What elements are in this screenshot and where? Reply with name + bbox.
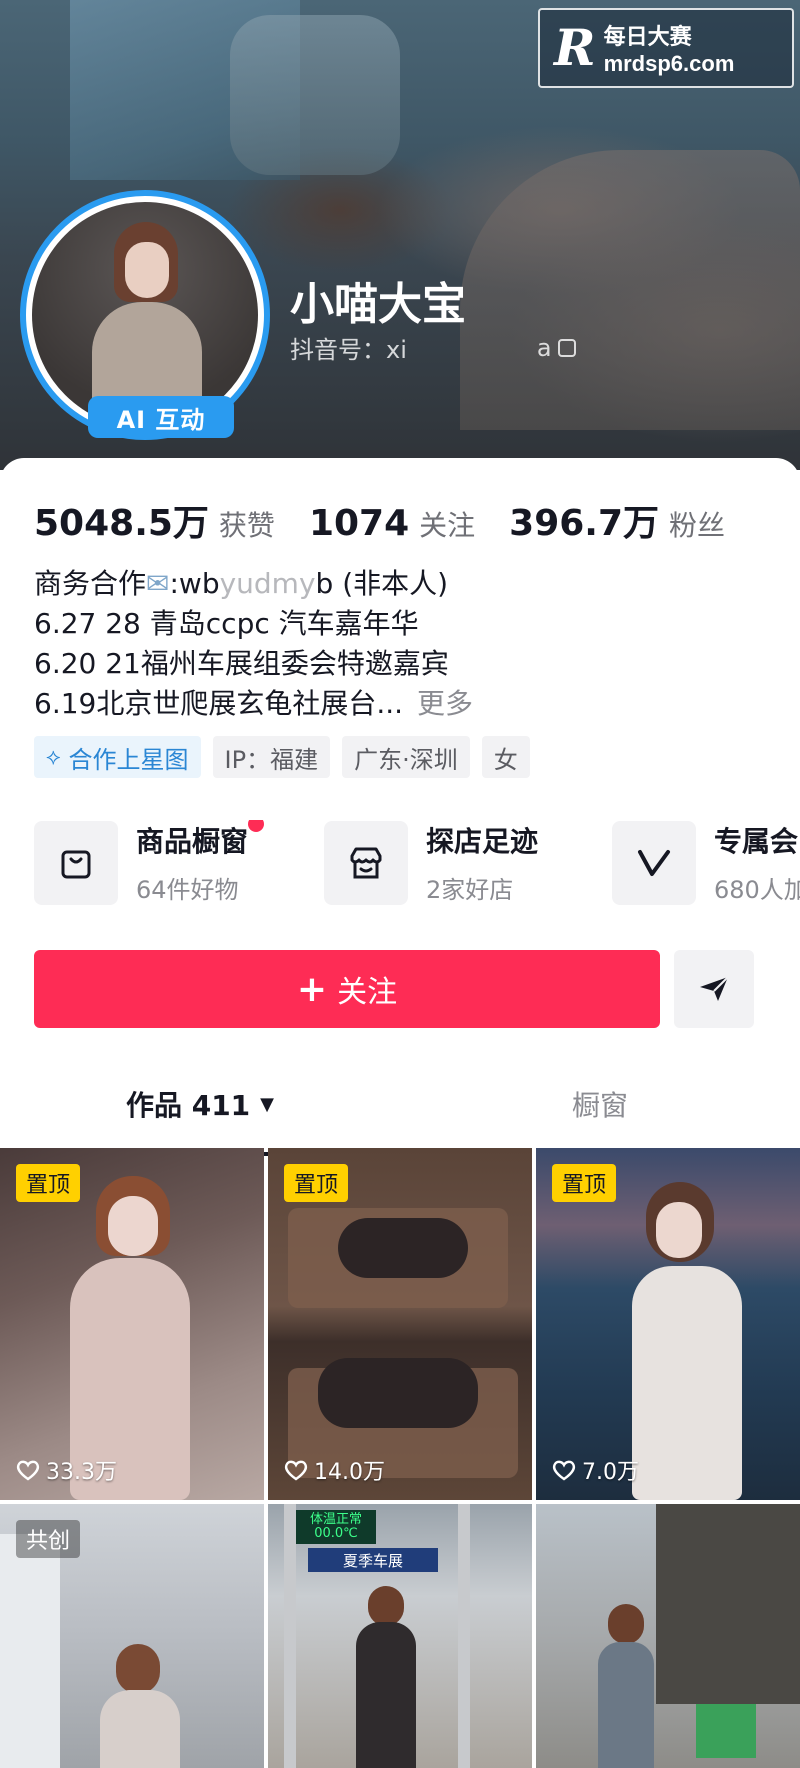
- watermark: R 每日大赛 mrdsp6.com: [538, 8, 794, 88]
- expo-banner: 夏季车展: [308, 1548, 438, 1572]
- bio-line-3: 6.20 21福州车展组委会特邀嘉宾: [34, 647, 449, 680]
- likes-count: 33.3万: [46, 1460, 117, 1485]
- bio-contact: :wb: [169, 567, 220, 600]
- tag-row: ⟡ 合作上星图 IP：福建 广东·深圳 女: [34, 736, 542, 778]
- video-thumbnail[interactable]: 置顶 33.3万: [0, 1148, 264, 1500]
- heart-icon: [16, 1460, 40, 1481]
- video-likes: 33.3万: [16, 1454, 117, 1486]
- v-badge-icon: [612, 820, 696, 905]
- stat-following-value: 1074: [308, 503, 410, 544]
- video-likes: 7.0万: [552, 1454, 639, 1486]
- douyin-id[interactable]: 抖音号：xi a: [290, 330, 576, 365]
- service-showcase-sub: 64件好物: [136, 876, 239, 904]
- copy-icon[interactable]: [557, 338, 576, 357]
- stat-likes-label: 获赞: [218, 509, 275, 542]
- video-thumbnail[interactable]: 共创: [0, 1504, 264, 1768]
- video-grid: 置顶 33.3万 置顶 14.0万 置顶 7.0万 共创 体温正常 00.0℃ …: [0, 1148, 800, 1768]
- likes-count: 14.0万: [314, 1460, 385, 1485]
- tag-location-label: 广东·深圳: [354, 745, 458, 774]
- bio-line-4-text: 6.19北京世爬展玄龟社展台...: [34, 687, 404, 720]
- bio-line-1: 商务合作✉:wbyudmyb (非本人): [34, 564, 774, 604]
- content-tabs: 作品 411 ▼ 橱窗: [0, 1054, 800, 1156]
- follow-button[interactable]: + 关注: [34, 950, 660, 1028]
- service-membership[interactable]: 专属会 680人加: [612, 820, 800, 905]
- bio-contact-blurred: yudmy: [219, 567, 316, 600]
- bio-business-label: 商务合作: [34, 567, 147, 600]
- store-icon: [324, 820, 408, 905]
- cover-figure: [460, 150, 800, 430]
- heart-icon: [284, 1460, 308, 1481]
- notification-dot: [248, 820, 265, 832]
- follow-button-label: 关注: [337, 975, 398, 1010]
- nickname: 小喵大宝: [290, 279, 466, 330]
- ai-interact-badge[interactable]: AI 互动: [88, 396, 234, 438]
- watermark-line2: mrdsp6.com: [603, 51, 735, 76]
- tag-gender-label: 女: [493, 745, 518, 774]
- temperature-sign-title: 体温正常: [309, 1512, 362, 1527]
- service-showcase-title: 商品橱窗: [136, 825, 249, 858]
- star-map-icon: ⟡: [46, 744, 61, 770]
- tag-location: 广东·深圳: [342, 736, 470, 778]
- service-store-title: 探店足迹: [426, 825, 539, 858]
- stat-followers-value: 396.7万: [509, 503, 660, 544]
- stat-followers-label: 粉丝: [669, 509, 726, 542]
- pinned-badge: 置顶: [552, 1164, 617, 1202]
- tab-works[interactable]: 作品 411 ▼: [0, 1054, 400, 1154]
- video-likes: 14.0万: [284, 1454, 385, 1486]
- service-store-sub: 2家好店: [426, 876, 514, 904]
- douyin-id-prefix: 抖音号：xi: [290, 336, 407, 364]
- pinned-badge: 置顶: [16, 1164, 81, 1202]
- shopping-bag-icon: [34, 820, 118, 905]
- stat-following[interactable]: 1074 关注: [309, 503, 475, 544]
- video-thumbnail[interactable]: [536, 1504, 800, 1768]
- services-row: 商品橱窗 64件好物 探店足迹 2家好店 专属会 680人加: [34, 820, 800, 910]
- tag-ip: IP：福建: [212, 736, 331, 778]
- stats-row: 5048.5万 获赞 1074 关注 396.7万 粉丝: [34, 494, 759, 546]
- stat-likes[interactable]: 5048.5万 获赞: [34, 494, 275, 546]
- cover-pillow: [230, 15, 400, 175]
- tag-ip-label: IP：福建: [224, 745, 319, 774]
- share-arrow-icon: [700, 976, 729, 1001]
- bio-more-link[interactable]: 更多: [417, 687, 473, 720]
- tag-gender: 女: [481, 736, 530, 778]
- bio-line-4: 6.19北京世爬展玄龟社展台... 更多: [34, 684, 774, 724]
- tab-showcase-label: 橱窗: [571, 1089, 628, 1122]
- stat-following-label: 关注: [419, 509, 476, 542]
- service-showcase[interactable]: 商品橱窗 64件好物: [34, 820, 265, 905]
- service-membership-sub: 680人加: [714, 876, 800, 904]
- envelope-icon: ✉: [146, 567, 170, 600]
- bio-contact-suffix: b (非本人): [315, 567, 449, 600]
- temperature-sign-value: 00.0℃: [314, 1526, 358, 1541]
- heart-icon: [552, 1460, 576, 1481]
- tag-star-map[interactable]: ⟡ 合作上星图: [34, 736, 201, 778]
- watermark-line1: 每日大赛: [603, 25, 692, 50]
- stat-likes-value: 5048.5万: [34, 503, 209, 544]
- tab-works-label: 作品 411: [125, 1089, 251, 1122]
- co-create-badge: 共创: [16, 1520, 81, 1558]
- caret-down-icon: ▼: [260, 1093, 275, 1115]
- share-button[interactable]: [674, 950, 754, 1028]
- stat-followers[interactable]: 396.7万 粉丝: [509, 494, 725, 546]
- service-store-visits[interactable]: 探店足迹 2家好店: [324, 820, 538, 905]
- service-membership-title: 专属会: [714, 825, 799, 858]
- bio[interactable]: 商务合作✉:wbyudmyb (非本人) 6.27 28 青岛ccpc 汽车嘉年…: [34, 564, 774, 724]
- douyin-id-suffix: a: [536, 333, 552, 362]
- pinned-badge: 置顶: [284, 1164, 349, 1202]
- bio-line-2: 6.27 28 青岛ccpc 汽车嘉年华: [34, 607, 419, 640]
- video-thumbnail[interactable]: 体温正常 00.0℃ 夏季车展: [268, 1504, 532, 1768]
- likes-count: 7.0万: [582, 1460, 639, 1485]
- plus-icon: +: [296, 968, 328, 1010]
- temperature-sign: 体温正常 00.0℃: [296, 1510, 376, 1544]
- tag-star-map-label: 合作上星图: [68, 745, 189, 774]
- tab-showcase[interactable]: 橱窗: [400, 1054, 800, 1154]
- video-thumbnail[interactable]: 置顶 7.0万: [536, 1148, 800, 1500]
- watermark-logo: R: [554, 18, 596, 77]
- video-thumbnail[interactable]: 置顶 14.0万: [268, 1148, 532, 1500]
